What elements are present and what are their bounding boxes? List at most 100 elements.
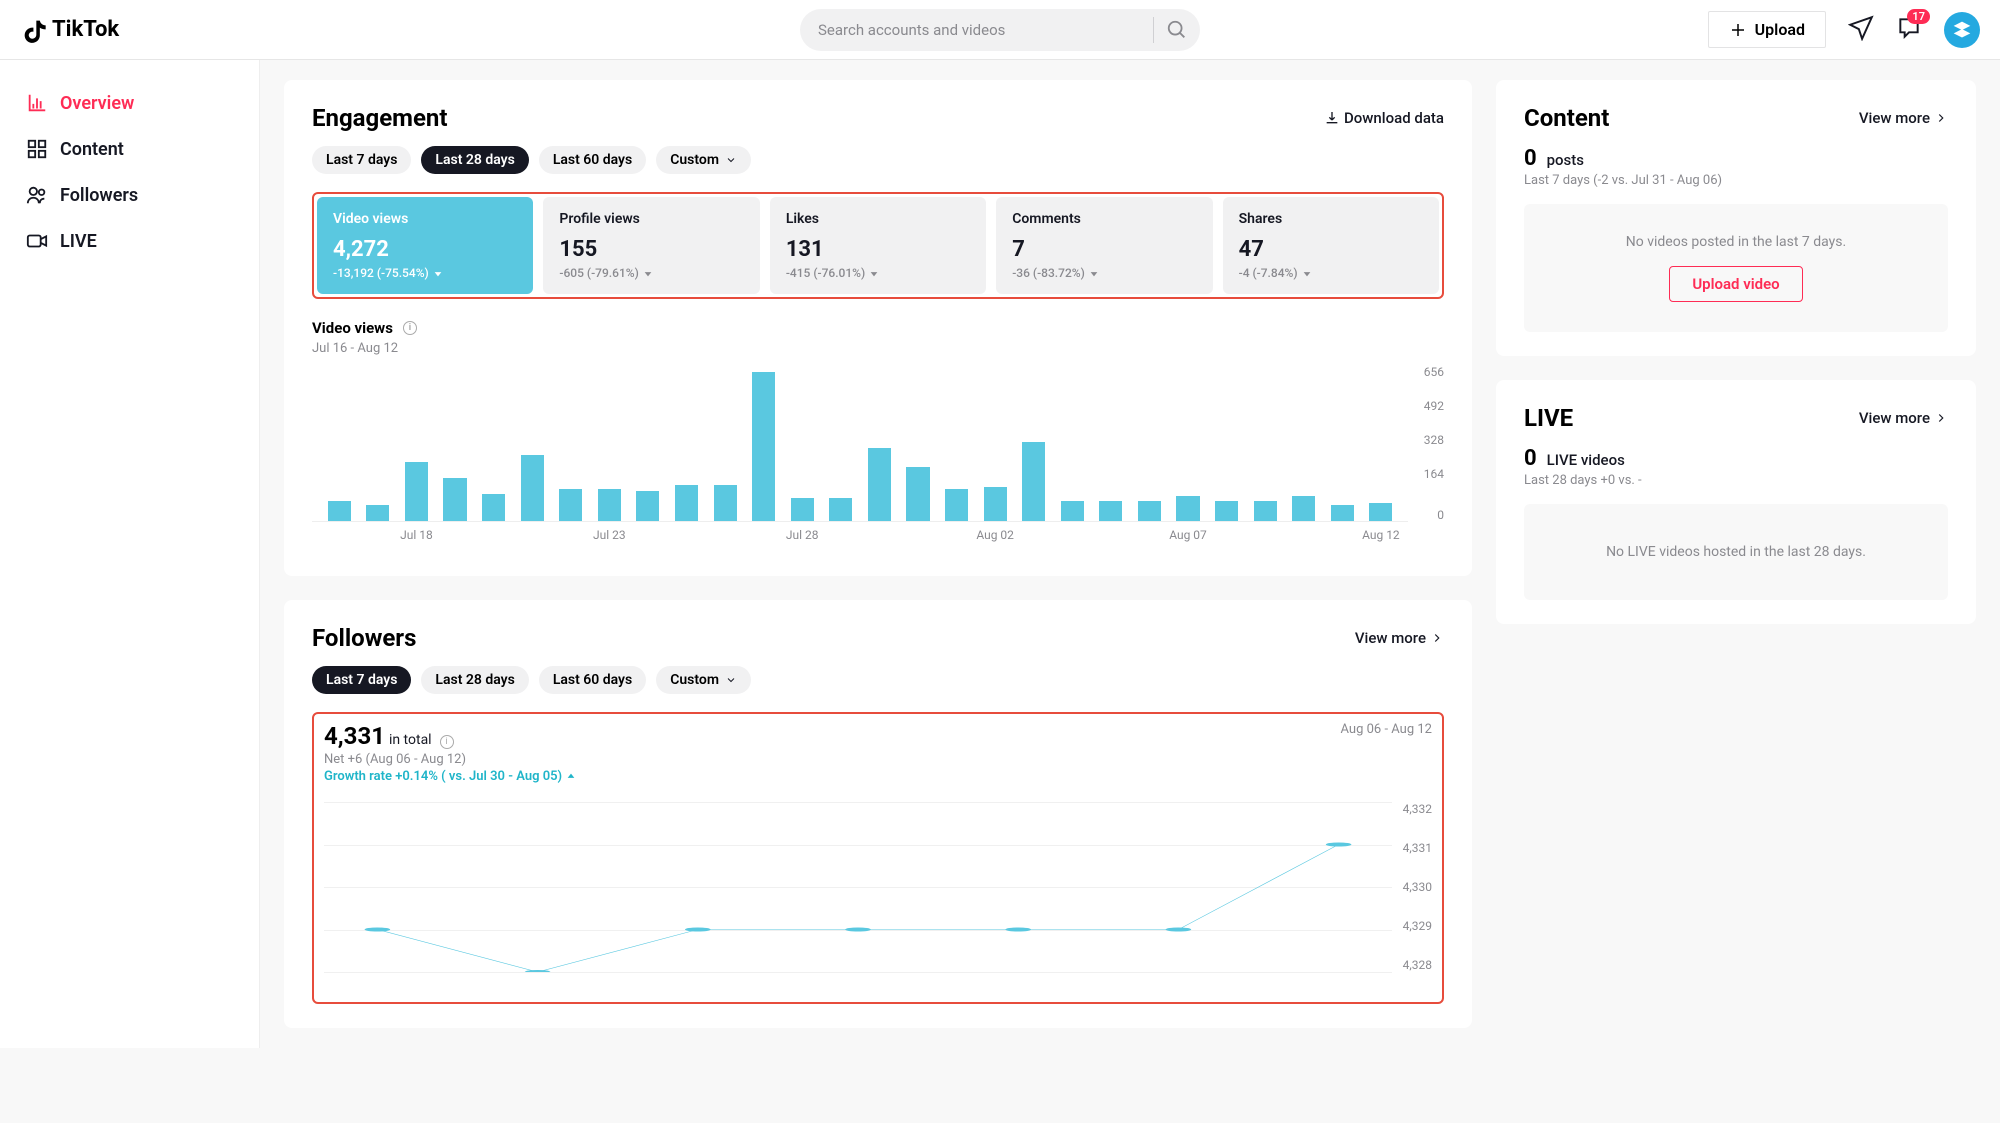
video-icon	[26, 230, 48, 252]
engagement-card: Engagement Download data Last 7 days Las…	[284, 80, 1472, 576]
bar[interactable]	[1284, 372, 1323, 521]
arrow-down-icon	[643, 268, 653, 278]
metric-likes[interactable]: Likes 131 -415 (-76.01%)	[770, 197, 986, 294]
tab-last-28[interactable]: Last 28 days	[421, 146, 528, 174]
followers-chart: 4,3324,3314,3304,3294,328	[324, 802, 1432, 992]
live-title: LIVE	[1524, 404, 1573, 432]
metrics-row: Video views 4,272 -13,192 (-75.54%) Prof…	[312, 192, 1444, 299]
sidebar-item-followers[interactable]: Followers	[20, 172, 239, 218]
bar[interactable]	[359, 372, 398, 521]
arrow-down-icon	[1302, 268, 1312, 278]
followers-net: Net +6 (Aug 06 - Aug 12)	[324, 752, 1432, 767]
sidebar-item-content[interactable]: Content	[20, 126, 239, 172]
bar[interactable]	[899, 372, 938, 521]
bar[interactable]	[1053, 372, 1092, 521]
content-view-more[interactable]: View more	[1859, 109, 1948, 127]
live-card: LIVE View more 0 LIVE videos Last 28 day…	[1496, 380, 1976, 624]
content-title: Content	[1524, 104, 1609, 132]
bar[interactable]	[1169, 372, 1208, 521]
main-content: Engagement Download data Last 7 days Las…	[260, 60, 2000, 1048]
stack-icon	[1952, 20, 1972, 40]
inbox-button[interactable]: 17	[1896, 15, 1922, 45]
bar[interactable]	[1014, 372, 1053, 521]
video-views-chart: 6564923281640 Jul 18Jul 23Jul 28Aug 02Au…	[312, 372, 1444, 552]
tab-custom[interactable]: Custom	[656, 146, 751, 174]
bar[interactable]	[1130, 372, 1169, 521]
messages-button[interactable]	[1848, 15, 1874, 45]
arrow-down-icon	[869, 268, 879, 278]
metric-video-views[interactable]: Video views 4,272 -13,192 (-75.54%)	[317, 197, 533, 294]
followers-card: Followers View more Last 7 days Last 28 …	[284, 600, 1472, 1028]
metric-shares[interactable]: Shares 47 -4 (-7.84%)	[1223, 197, 1439, 294]
tab-f-7[interactable]: Last 7 days	[312, 666, 411, 694]
bar[interactable]	[436, 372, 475, 521]
content-subtext: Last 7 days (-2 vs. Jul 31 - Aug 06)	[1524, 173, 1948, 188]
chevron-down-icon	[725, 154, 737, 166]
live-view-more[interactable]: View more	[1859, 409, 1948, 427]
sidebar-label-overview: Overview	[60, 93, 134, 114]
engagement-title: Engagement	[312, 104, 448, 132]
followers-total: 4,331	[324, 722, 385, 750]
sidebar-item-live[interactable]: LIVE	[20, 218, 239, 264]
sidebar-label-live: LIVE	[60, 231, 97, 252]
tab-last-60[interactable]: Last 60 days	[539, 146, 646, 174]
tab-f-28[interactable]: Last 28 days	[421, 666, 528, 694]
search-button[interactable]	[1154, 9, 1200, 51]
tiktok-logo[interactable]: TikTok	[20, 16, 119, 44]
chevron-down-icon	[725, 674, 737, 686]
search-input[interactable]	[800, 21, 1153, 39]
arrow-down-icon	[1089, 268, 1099, 278]
info-icon[interactable]: i	[403, 321, 417, 335]
bar[interactable]	[513, 372, 552, 521]
followers-total-suffix: in total	[389, 732, 432, 748]
bar[interactable]	[783, 372, 822, 521]
tab-f-custom[interactable]: Custom	[656, 666, 751, 694]
bar[interactable]	[744, 372, 783, 521]
bar[interactable]	[551, 372, 590, 521]
people-icon	[26, 184, 48, 206]
followers-tabs: Last 7 days Last 28 days Last 60 days Cu…	[312, 666, 1444, 694]
bar[interactable]	[1323, 372, 1362, 521]
followers-title: Followers	[312, 624, 416, 652]
bar[interactable]	[1092, 372, 1131, 521]
bar[interactable]	[629, 372, 668, 521]
upload-button[interactable]: Upload	[1708, 11, 1826, 48]
tab-f-60[interactable]: Last 60 days	[539, 666, 646, 694]
bar[interactable]	[976, 372, 1015, 521]
bar[interactable]	[937, 372, 976, 521]
followers-highlight: Aug 06 - Aug 12 4,331 in total i Net +6 …	[312, 712, 1444, 1004]
live-stat-label: LIVE videos	[1547, 451, 1625, 469]
live-stat-value: 0	[1524, 446, 1537, 471]
download-data-button[interactable]: Download data	[1324, 109, 1444, 127]
bar[interactable]	[1207, 372, 1246, 521]
bar[interactable]	[1246, 372, 1285, 521]
metric-comments[interactable]: Comments 7 -36 (-83.72%)	[996, 197, 1212, 294]
bar[interactable]	[860, 372, 899, 521]
content-stat-label: posts	[1547, 151, 1584, 169]
followers-view-more[interactable]: View more	[1355, 629, 1444, 647]
bar[interactable]	[474, 372, 513, 521]
chevron-right-icon	[1934, 411, 1948, 425]
bar[interactable]	[320, 372, 359, 521]
info-icon[interactable]: i	[440, 735, 454, 749]
bar[interactable]	[397, 372, 436, 521]
metric-profile-views[interactable]: Profile views 155 -605 (-79.61%)	[543, 197, 759, 294]
bar[interactable]	[1362, 372, 1401, 521]
tab-last-7[interactable]: Last 7 days	[312, 146, 411, 174]
content-card: Content View more 0 posts Last 7 days (-…	[1496, 80, 1976, 356]
upload-label: Upload	[1755, 20, 1805, 39]
sidebar-item-overview[interactable]: Overview	[20, 80, 239, 126]
bar[interactable]	[590, 372, 629, 521]
upload-video-button[interactable]: Upload video	[1669, 266, 1802, 302]
bar[interactable]	[822, 372, 861, 521]
live-subtext: Last 28 days +0 vs. -	[1524, 473, 1948, 488]
chart-title: Video views i	[312, 319, 1444, 337]
profile-avatar[interactable]	[1944, 12, 1980, 48]
chart-range: Jul 16 - Aug 12	[312, 341, 1444, 356]
sidebar-label-content: Content	[60, 139, 124, 160]
sidebar: Overview Content Followers LIVE	[0, 60, 260, 1048]
bar[interactable]	[706, 372, 745, 521]
download-icon	[1324, 110, 1340, 126]
live-empty: No LIVE videos hosted in the last 28 day…	[1524, 504, 1948, 600]
bar[interactable]	[667, 372, 706, 521]
